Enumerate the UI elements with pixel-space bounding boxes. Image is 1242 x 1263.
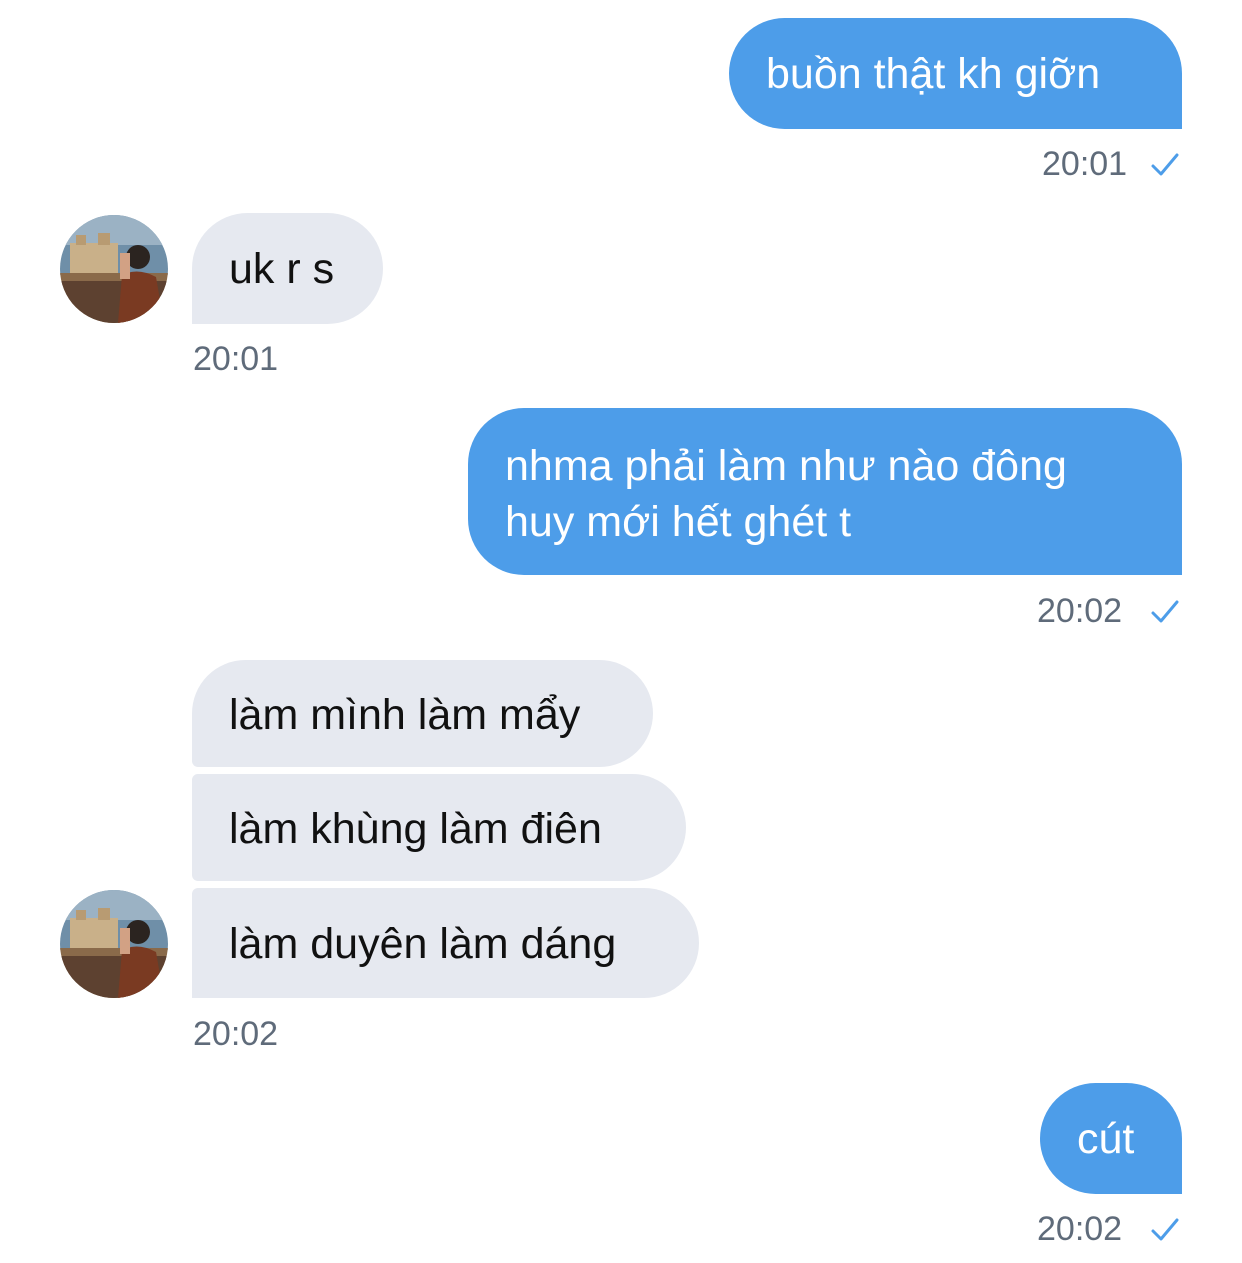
message-text: làm mình làm mẩy <box>229 691 581 739</box>
contact-avatar[interactable] <box>60 890 168 998</box>
avatar-image <box>60 890 168 998</box>
message-text-line: huy mới hết ghét t <box>505 498 852 546</box>
outgoing-message[interactable]: cút <box>1040 1083 1182 1194</box>
incoming-message[interactable]: làm mình làm mẩy <box>192 660 653 767</box>
message-timestamp: 20:01 <box>1042 145 1128 183</box>
avatar-image <box>60 215 168 323</box>
outgoing-message[interactable]: buồn thật kh giỡn <box>729 18 1182 129</box>
incoming-message[interactable]: uk r s <box>192 213 383 324</box>
outgoing-message[interactable]: nhma phải làm như nào đông huy mới hết g… <box>468 408 1182 575</box>
message-timestamp: 20:01 <box>193 340 279 378</box>
check-icon <box>1151 1218 1179 1241</box>
message-timestamp: 20:02 <box>193 1015 279 1053</box>
message-text: cút <box>1077 1115 1135 1163</box>
message-text-line: nhma phải làm như nào đông <box>505 442 1067 490</box>
check-icon <box>1151 600 1179 623</box>
message-text: buồn thật kh giỡn <box>766 50 1101 98</box>
contact-avatar[interactable] <box>60 215 168 323</box>
message-timestamp: 20:02 <box>1037 592 1123 630</box>
incoming-message[interactable]: làm khùng làm điên <box>192 774 686 881</box>
incoming-message[interactable]: làm duyên làm dáng <box>192 888 699 998</box>
message-timestamp: 20:02 <box>1037 1210 1123 1248</box>
message-text: làm khùng làm điên <box>229 805 602 853</box>
message-text: uk r s <box>229 245 335 293</box>
check-icon <box>1151 153 1179 176</box>
message-text: làm duyên làm dáng <box>229 920 617 968</box>
